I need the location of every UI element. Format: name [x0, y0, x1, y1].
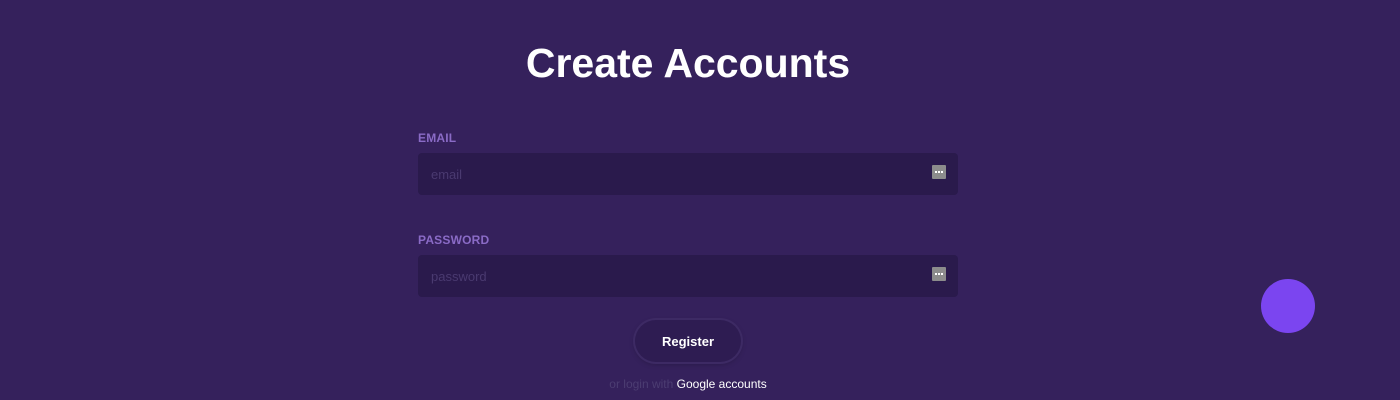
floating-action-button[interactable] — [1261, 279, 1315, 333]
email-label: EMAIL — [418, 131, 457, 145]
password-field-container — [418, 255, 958, 297]
alt-login-prefix: or login with — [609, 377, 674, 391]
more-dots-icon[interactable] — [932, 165, 946, 179]
more-dots-icon[interactable] — [932, 267, 946, 281]
alt-login-text: or login with Google accounts — [0, 377, 1376, 391]
page: Create Accounts EMAIL PASSWORD Register … — [0, 0, 1400, 400]
register-button[interactable]: Register — [635, 320, 741, 362]
password-label: PASSWORD — [418, 233, 490, 247]
page-title: Create Accounts — [525, 40, 851, 86]
google-login-link[interactable]: Google accounts — [677, 377, 767, 391]
password-field[interactable] — [418, 255, 918, 297]
email-field-container — [418, 153, 958, 195]
email-field[interactable] — [418, 153, 918, 195]
